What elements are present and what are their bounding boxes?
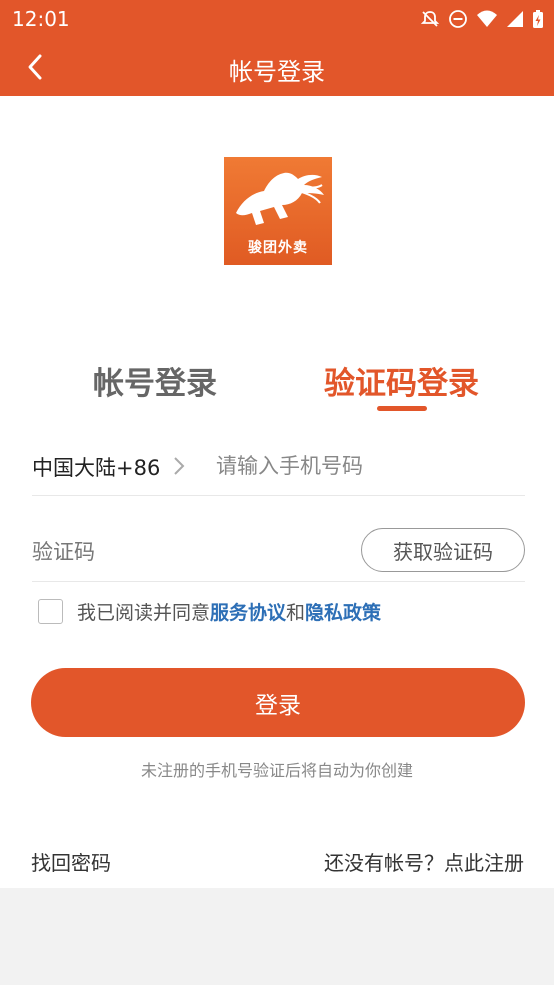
agreement-prefix: 我已阅读并同意 [77,601,211,624]
agreement-conjunction: 和 [286,601,306,624]
chevron-right-icon[interactable] [172,456,186,476]
code-row: 获取验证码 [32,526,525,582]
do-not-disturb-icon [449,10,467,28]
agreement-checkbox[interactable] [38,598,63,624]
battery-charging-icon [533,10,543,28]
agreement-text: 我已阅读并同意服务协议和隐私政策 [77,598,381,625]
get-code-button[interactable]: 获取验证码 [361,528,525,572]
login-button[interactable]: 登录 [31,668,525,737]
app-bar: 帐号登录 [0,38,554,96]
register-link[interactable]: 还没有帐号？点此注册 [324,847,524,876]
page-title: 帐号登录 [229,58,325,86]
privacy-policy-link[interactable]: 隐私政策 [305,602,381,624]
phone-row: 中国大陆+86 [32,444,525,496]
notifications-off-icon [420,11,440,27]
wifi-icon [477,10,497,27]
logo-text: 骏团外卖 [248,240,308,256]
horse-logo-icon [236,172,324,225]
tab-account-login[interactable]: 帐号登录 [93,358,217,403]
tab-code-login[interactable]: 验证码登录 [324,358,479,403]
app-logo: 骏团外卖 [224,157,332,265]
active-tab-indicator [377,406,427,411]
service-agreement-link[interactable]: 服务协议 [210,602,286,624]
verification-code-input[interactable] [32,534,332,570]
phone-input[interactable] [216,448,516,484]
country-code-selector[interactable]: 中国大陆+86 [32,452,160,482]
auto-register-hint: 未注册的手机号验证后将自动为你创建 [140,761,413,780]
login-content: 骏团外卖 帐号登录 验证码登录 中国大陆+86 获取验证码 我已阅读并同意服务协… [0,96,554,888]
status-icons [420,9,544,29]
forgot-password-link[interactable]: 找回密码 [31,847,111,876]
signal-icon [507,11,523,27]
agreement-row: 我已阅读并同意服务协议和隐私政策 [38,596,381,626]
status-bar: 12:01 [0,0,554,38]
status-time: 12:01 [12,7,70,31]
